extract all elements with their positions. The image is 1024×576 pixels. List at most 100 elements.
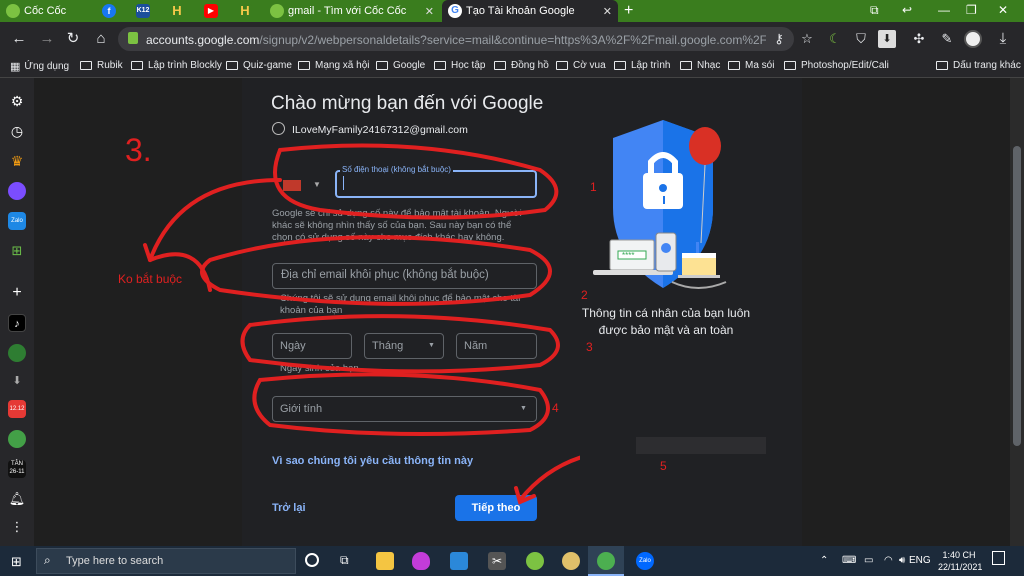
- language-input-icon[interactable]: ⌨: [842, 555, 856, 566]
- close-tab-icon[interactable]: ✕: [425, 5, 434, 18]
- coccoc-taskbar-icon[interactable]: [526, 552, 544, 570]
- store-icon[interactable]: [450, 552, 468, 570]
- bookmark-folder[interactable]: Nhạc: [680, 60, 720, 71]
- reload-icon[interactable]: ↻: [64, 30, 82, 48]
- forward-arrow-icon[interactable]: →: [38, 30, 56, 48]
- caption-line-2: được bảo mật và an toàn: [598, 323, 734, 337]
- game-app-icon[interactable]: [8, 430, 26, 448]
- coccoc-app-icon[interactable]: [8, 344, 26, 362]
- close-tab-icon[interactable]: ✕: [603, 5, 612, 18]
- lock-icon[interactable]: [128, 32, 138, 44]
- cortana-icon[interactable]: [305, 553, 319, 567]
- bookmark-folder[interactable]: Photoshop/Edit/Cali: [784, 60, 889, 71]
- cake-icing: [682, 253, 716, 258]
- annotation-5: 5: [660, 459, 667, 473]
- crown-icon[interactable]: ♛: [8, 152, 26, 170]
- bookmark-label: Lập trình: [631, 60, 671, 71]
- settings-gear-icon[interactable]: ⚙: [8, 92, 26, 110]
- bookmark-label: Google: [393, 60, 426, 71]
- pen-icon[interactable]: ✎: [938, 30, 956, 48]
- circle-recovery: [200, 235, 552, 306]
- bookmark-folder[interactable]: Mạng xã hội: [298, 60, 369, 71]
- paint-drop-icon[interactable]: [412, 552, 430, 570]
- bookmark-label: Photoshop/Edit/Cali: [801, 60, 889, 71]
- tab-label: Tạo Tài khoản Google: [466, 5, 575, 17]
- paint-palette-icon[interactable]: [562, 552, 580, 570]
- dark-mode-icon[interactable]: ☾: [826, 30, 844, 48]
- file-explorer-icon[interactable]: [376, 552, 394, 570]
- language-indicator[interactable]: ENG: [909, 555, 931, 566]
- zalo-taskbar-icon[interactable]: Zalo: [636, 552, 654, 570]
- circle-birthday: [240, 314, 560, 374]
- bookmark-folder[interactable]: Rubik: [80, 60, 123, 71]
- history-icon[interactable]: ◷: [8, 122, 26, 140]
- task-view-icon[interactable]: ⧉: [340, 553, 349, 568]
- clock[interactable]: 1:40 CH 22/11/2021: [938, 549, 982, 573]
- screenshot-icon[interactable]: ⧉: [870, 3, 879, 18]
- url-text[interactable]: accounts.google.com/signup/v2/webpersona…: [146, 33, 766, 47]
- minimize-icon[interactable]: —: [938, 3, 950, 17]
- gamepad-icon[interactable]: ⊞: [8, 242, 26, 260]
- wifi-icon[interactable]: ◠: [884, 555, 893, 566]
- download-icon[interactable]: ⤓: [994, 30, 1012, 48]
- bookmark-folder[interactable]: Đồng hồ: [494, 60, 549, 71]
- tab-facebook[interactable]: f: [96, 0, 126, 22]
- apps-grid-icon: ▦: [10, 61, 21, 73]
- tab-youtube[interactable]: ▶: [198, 0, 228, 22]
- tab-google-signup[interactable]: G Tạo Tài khoản Google ✕: [442, 0, 618, 22]
- download-arrow-icon[interactable]: ⬇: [878, 30, 896, 48]
- messenger-icon[interactable]: [8, 182, 26, 200]
- zalo-icon[interactable]: Zalo: [8, 212, 26, 230]
- bookmark-folder[interactable]: Ma sói: [728, 60, 774, 71]
- hoc-icon: H: [238, 4, 252, 18]
- back-history-icon[interactable]: ↩: [902, 3, 912, 17]
- more-icon[interactable]: ⋮: [8, 518, 26, 536]
- add-icon[interactable]: +: [8, 284, 26, 302]
- windows-start-icon[interactable]: ⊞: [11, 554, 22, 570]
- shield-icon[interactable]: ⛉: [852, 30, 870, 48]
- folder-icon: [556, 61, 568, 70]
- tab-hoc-2[interactable]: H: [232, 0, 262, 22]
- close-window-icon[interactable]: ✕: [998, 3, 1008, 17]
- scrollbar-thumb[interactable]: [1013, 146, 1021, 446]
- bookmark-folder[interactable]: Học tập: [434, 60, 485, 71]
- restore-icon[interactable]: ❐: [966, 3, 977, 17]
- tab-k12[interactable]: K12: [130, 0, 160, 22]
- balloon-icon: [689, 127, 721, 165]
- bell-icon[interactable]: 🔔︎: [8, 490, 26, 508]
- bookmark-label: Cờ vua: [573, 60, 606, 71]
- battery-icon[interactable]: ▭: [864, 555, 873, 566]
- tab-gmail-search[interactable]: gmail - Tìm với Cốc Cốc ✕: [264, 0, 440, 22]
- new-tab-icon[interactable]: +: [624, 2, 633, 20]
- coccoc-logo-icon: [6, 4, 20, 18]
- bookmark-folder-other[interactable]: Dấu trang khác: [936, 60, 1021, 71]
- coccoc-active-icon[interactable]: [597, 552, 615, 570]
- avatar[interactable]: [964, 30, 982, 48]
- tab-hoc-1[interactable]: H: [164, 0, 194, 22]
- home-icon[interactable]: ⌂: [92, 30, 110, 48]
- notification-icon[interactable]: [992, 551, 1005, 565]
- bookmark-folder[interactable]: Google: [376, 60, 425, 71]
- hoc-icon: H: [170, 4, 184, 18]
- tiktok-icon[interactable]: ♪: [8, 314, 26, 332]
- key-icon[interactable]: ⚷: [770, 30, 788, 48]
- bookmark-apps[interactable]: ▦ Ứng dụng: [10, 60, 69, 73]
- tab-coccoc[interactable]: Cốc Cốc: [0, 0, 92, 22]
- bookmark-folder[interactable]: Quiz-game: [226, 60, 292, 71]
- search-placeholder: Type here to search: [66, 555, 164, 567]
- download-sidebar-icon[interactable]: ⬇: [8, 372, 26, 390]
- calendar-icon[interactable]: TÂN 26-11: [8, 460, 26, 478]
- bookmark-folder[interactable]: Lập trình Blockly: [131, 60, 222, 71]
- back-arrow-icon[interactable]: ←: [10, 30, 28, 48]
- sale-icon[interactable]: 12.12: [8, 400, 26, 418]
- volume-icon[interactable]: 🔊︎: [899, 555, 905, 566]
- tray-arrow-icon[interactable]: ⌃: [820, 555, 828, 566]
- circle-gender: [252, 372, 550, 436]
- star-icon[interactable]: ☆: [798, 30, 816, 48]
- bookmark-folder[interactable]: Cờ vua: [556, 60, 606, 71]
- scissors-icon[interactable]: ✂: [488, 552, 506, 570]
- tab-label: Cốc Cốc: [24, 5, 67, 17]
- bookmark-folder[interactable]: Lập trình: [614, 60, 670, 71]
- candle: [696, 242, 699, 253]
- extensions-icon[interactable]: ✣: [910, 30, 928, 48]
